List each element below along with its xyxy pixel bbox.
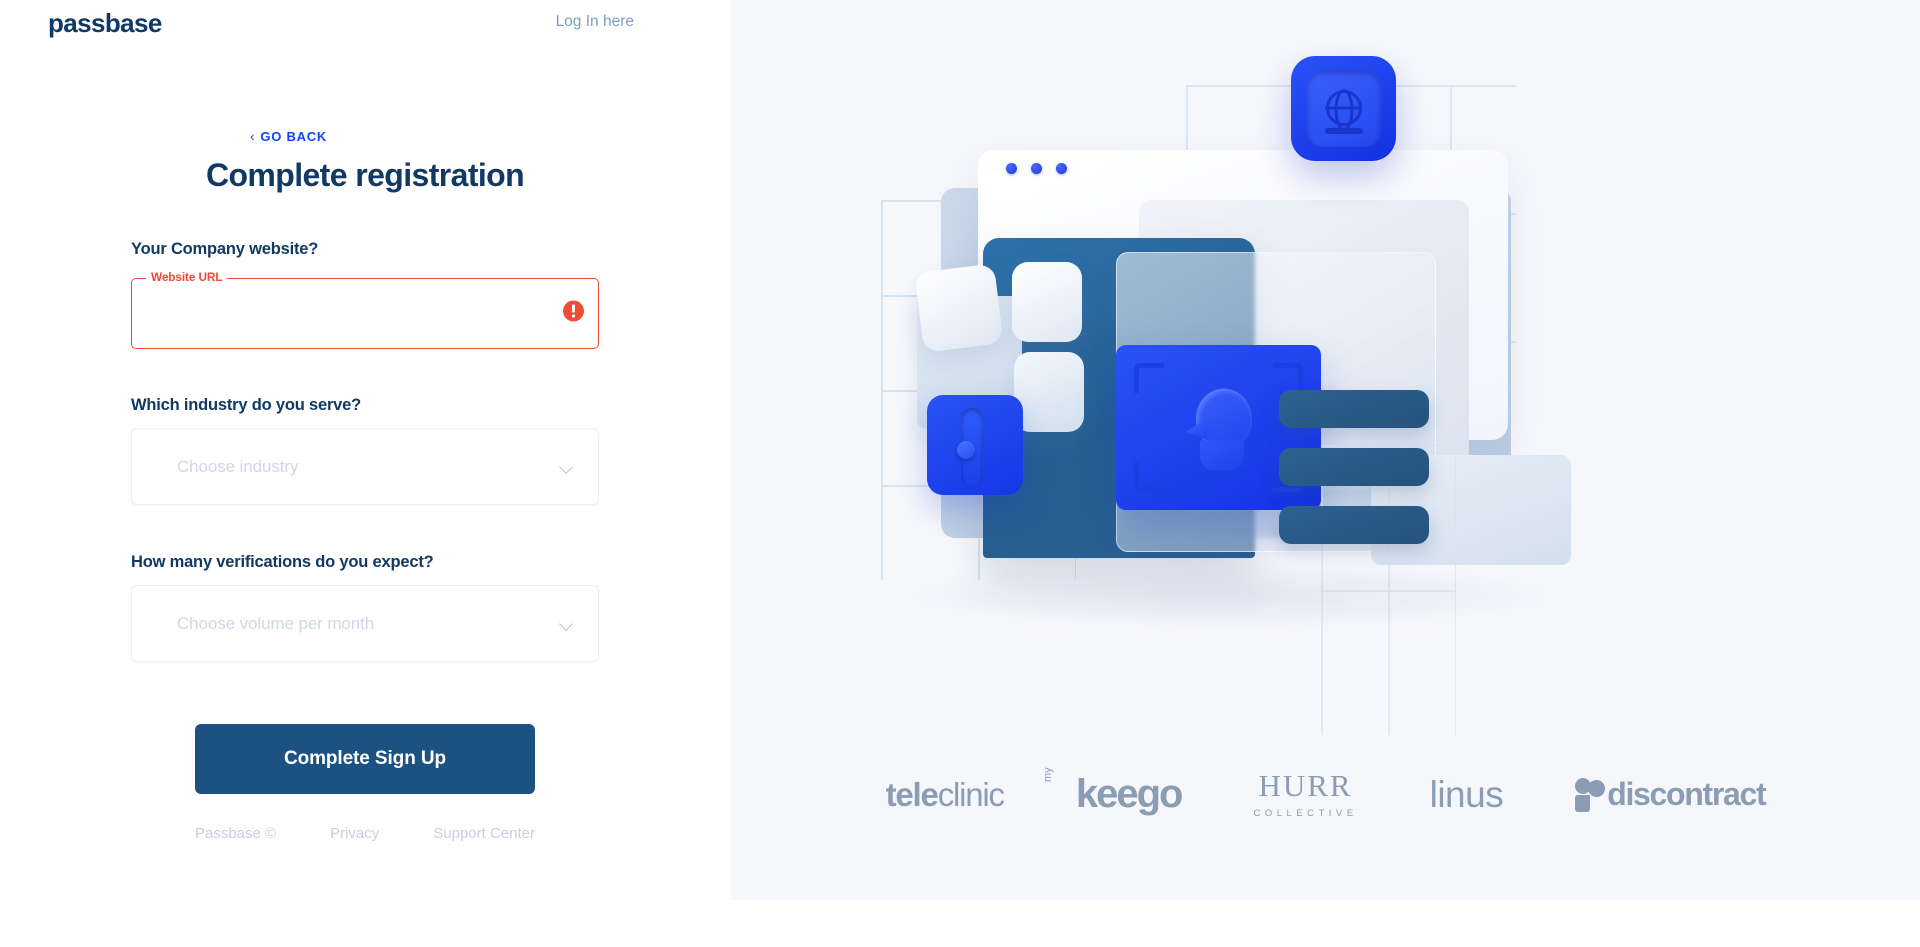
login-link[interactable]: Log In here bbox=[556, 13, 634, 31]
logo-hurr-main: HURR bbox=[1258, 768, 1353, 803]
website-question-label: Your Company website? bbox=[131, 240, 319, 259]
scan-bracket-icon bbox=[1273, 363, 1303, 393]
window-dot-icon bbox=[1031, 163, 1042, 174]
field-group-website: Your Company website? Website URL bbox=[131, 240, 599, 350]
chevron-down-icon bbox=[560, 617, 574, 631]
window-dot-icon bbox=[1006, 163, 1017, 174]
volume-select[interactable]: Choose volume per month bbox=[131, 585, 599, 663]
go-back-link[interactable]: ‹ GO BACK bbox=[250, 129, 327, 144]
passport-bar-icon bbox=[1324, 127, 1363, 134]
chevron-down-icon bbox=[560, 460, 574, 474]
logo-hurr-sub: COLLECTIVE bbox=[1253, 808, 1358, 819]
illustration-tile-c bbox=[1012, 262, 1082, 342]
face-profile-icon bbox=[1185, 388, 1252, 471]
logo-discontract: discontract bbox=[1575, 776, 1767, 813]
field-group-industry: Which industry do you serve? Choose indu… bbox=[131, 396, 599, 506]
website-url-input[interactable] bbox=[131, 272, 599, 350]
go-back-label: GO BACK bbox=[260, 128, 328, 144]
illustration-tile-d bbox=[1014, 352, 1084, 432]
illustration-pill-2 bbox=[1279, 448, 1429, 486]
logo-keego-superscript: my bbox=[1041, 767, 1054, 782]
illustration-passport-card bbox=[1291, 56, 1396, 161]
logo-hurr-collective: HURR COLLECTIVE bbox=[1253, 770, 1357, 819]
footer-link-privacy[interactable]: Privacy bbox=[330, 825, 379, 842]
logo-teleclinic-bold: tele bbox=[885, 775, 939, 813]
illustration-tile-b bbox=[914, 263, 1004, 353]
left-form-panel: passbase Log In here ‹ GO BACK Complete … bbox=[0, 0, 731, 947]
illustration-pill-3 bbox=[1279, 506, 1429, 544]
illustration-floor-shadow bbox=[881, 560, 1581, 630]
registration-form: ‹ GO BACK Complete registration Your Com… bbox=[131, 128, 599, 842]
logo-teleclinic: tele clinic bbox=[885, 775, 1005, 814]
illustration-slider-card bbox=[927, 395, 1023, 495]
volume-question-label: How many verifications do you expect? bbox=[131, 553, 434, 572]
volume-select-placeholder: Choose volume per month bbox=[177, 613, 375, 633]
globe-icon bbox=[1325, 89, 1362, 126]
passport-inner bbox=[1306, 70, 1381, 147]
website-url-field[interactable]: Website URL bbox=[131, 272, 599, 350]
right-showcase-panel: tele clinic my keego HURR COLLECTIVE linu… bbox=[731, 0, 1920, 900]
chevron-left-icon: ‹ bbox=[250, 127, 256, 144]
hero-3d-illustration bbox=[731, 0, 1920, 735]
slider-knob bbox=[957, 441, 975, 459]
customer-logo-strip: tele clinic my keego HURR COLLECTIVE linu… bbox=[731, 767, 1920, 819]
logo-teleclinic-regular: clinic bbox=[937, 775, 1005, 813]
browser-window-dots bbox=[1006, 163, 1067, 174]
industry-select[interactable]: Choose industry bbox=[131, 428, 599, 506]
registration-page: passbase Log In here ‹ GO BACK Complete … bbox=[0, 0, 1920, 947]
footer-links: Passbase © Privacy Support Center bbox=[131, 825, 599, 842]
footer-link-support-center[interactable]: Support Center bbox=[433, 825, 535, 842]
logo-keego: my keego bbox=[1042, 767, 1184, 817]
logo-linus-word: linus bbox=[1429, 773, 1504, 815]
logo-discontract-word: discontract bbox=[1607, 776, 1766, 812]
discontract-person-icon bbox=[1575, 777, 1606, 812]
industry-question-label: Which industry do you serve? bbox=[131, 396, 362, 415]
error-icon[interactable] bbox=[563, 300, 584, 322]
window-dot-icon bbox=[1056, 163, 1067, 174]
scan-bracket-icon bbox=[1134, 363, 1164, 393]
footer-link-passbase[interactable]: Passbase © bbox=[195, 825, 276, 842]
complete-sign-up-button[interactable]: Complete Sign Up bbox=[195, 724, 535, 795]
logo-keego-word: keego bbox=[1075, 772, 1184, 816]
field-group-volume: How many verifications do you expect? Ch… bbox=[131, 553, 599, 663]
illustration-pill-1 bbox=[1279, 390, 1429, 428]
scan-bracket-icon bbox=[1134, 462, 1164, 492]
industry-select-placeholder: Choose industry bbox=[177, 456, 299, 476]
logo-linus: linus bbox=[1430, 774, 1504, 816]
passbase-logo: passbase bbox=[48, 8, 162, 38]
page-title: Complete registration bbox=[205, 157, 525, 193]
